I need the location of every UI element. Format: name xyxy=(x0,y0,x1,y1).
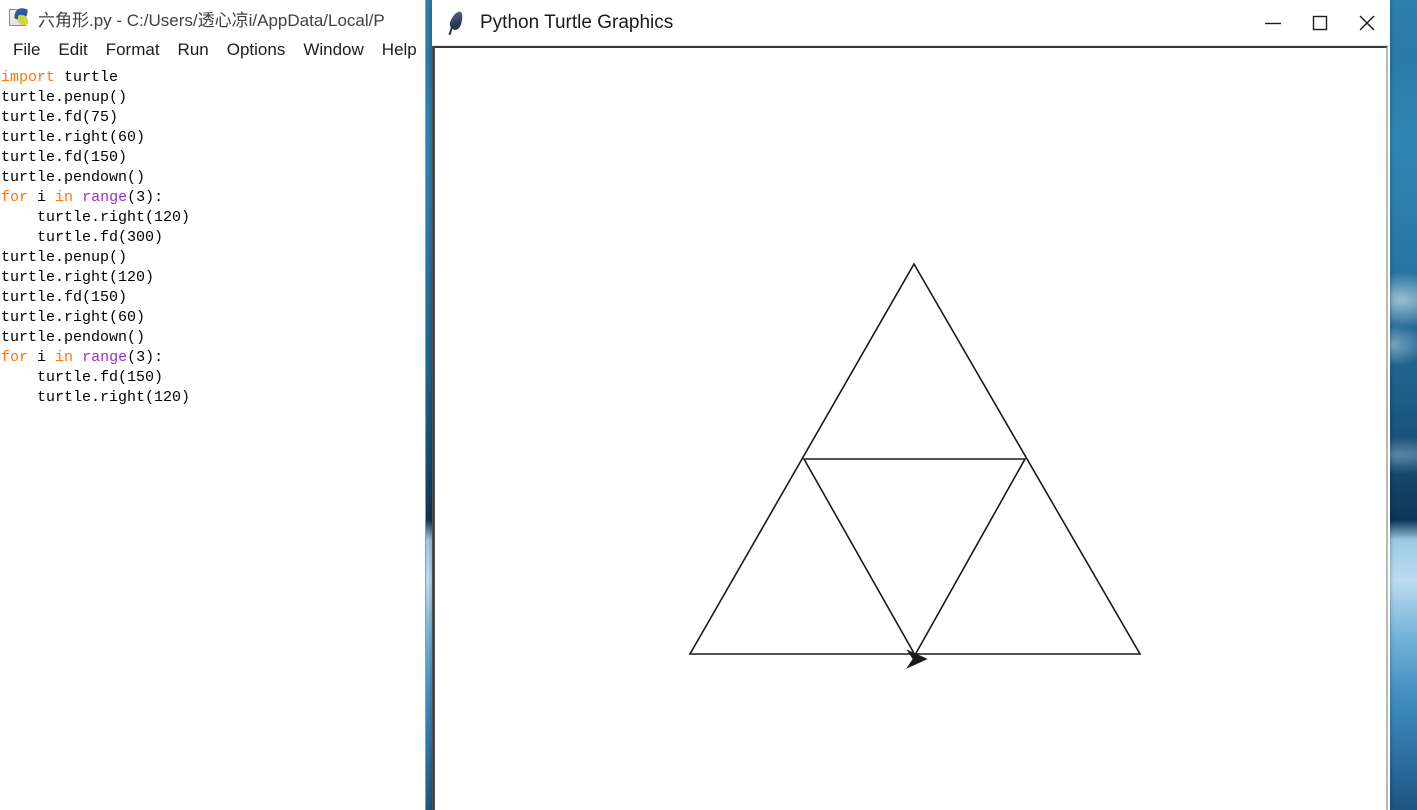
menu-run[interactable]: Run xyxy=(169,38,218,62)
code-token: (3): xyxy=(127,189,164,206)
code-line: turtle.pendown() xyxy=(1,168,424,188)
menu-help[interactable]: Help xyxy=(373,38,425,62)
turtle-window-title: Python Turtle Graphics xyxy=(480,11,674,33)
code-token: turtle.pendown() xyxy=(1,329,146,346)
code-token: i xyxy=(28,189,56,206)
turtle-canvas-frame xyxy=(432,46,1388,810)
code-line: turtle.fd(150) xyxy=(1,368,424,388)
menu-format[interactable]: Format xyxy=(97,38,169,62)
code-token: in xyxy=(55,349,74,366)
code-line: for i in range(3): xyxy=(1,348,424,368)
code-token: for xyxy=(1,189,29,206)
code-token: turtle.penup() xyxy=(1,249,128,266)
code-line: turtle.right(120) xyxy=(1,208,424,228)
code-token: turtle.fd(150) xyxy=(1,289,128,306)
code-token: turtle.right(120) xyxy=(1,389,191,406)
code-token: turtle.fd(150) xyxy=(1,369,164,386)
code-token: range xyxy=(82,189,128,206)
python-feather-icon xyxy=(444,9,470,37)
turtle-titlebar[interactable]: Python Turtle Graphics xyxy=(432,0,1390,46)
inner-triangle-path xyxy=(802,458,1027,657)
minimize-icon[interactable] xyxy=(1249,0,1296,46)
code-line: turtle.fd(150) xyxy=(1,148,424,168)
code-token: turtle.right(60) xyxy=(1,129,146,146)
code-token: turtle.right(60) xyxy=(1,309,146,326)
turtle-drawing-canvas[interactable] xyxy=(435,48,1386,810)
idle-titlebar[interactable]: 六角形.py - C:/Users/透心凉i/AppData/Local/P xyxy=(0,0,425,36)
idle-menubar[interactable]: File Edit Format Run Options Window Help xyxy=(0,36,425,64)
window-controls[interactable] xyxy=(1249,0,1390,46)
code-token: turtle xyxy=(55,69,119,86)
code-token: (3): xyxy=(127,349,164,366)
code-token: turtle.fd(150) xyxy=(1,149,128,166)
code-token: for xyxy=(1,349,29,366)
menu-options[interactable]: Options xyxy=(218,38,295,62)
code-token: turtle.right(120) xyxy=(1,209,191,226)
code-token: range xyxy=(82,349,128,366)
python-idle-icon xyxy=(8,6,30,29)
close-icon[interactable] xyxy=(1343,0,1390,46)
code-line: turtle.fd(150) xyxy=(1,288,424,308)
code-line: turtle.fd(300) xyxy=(1,228,424,248)
code-token: turtle.fd(75) xyxy=(1,109,119,126)
code-line: turtle.right(120) xyxy=(1,268,424,288)
code-token: turtle.right(120) xyxy=(1,269,155,286)
code-line: turtle.penup() xyxy=(1,248,424,268)
code-token: import xyxy=(1,69,56,86)
code-line: turtle.right(60) xyxy=(1,308,424,328)
maximize-icon[interactable] xyxy=(1296,0,1343,46)
code-line: import turtle xyxy=(1,68,424,88)
code-token: turtle.pendown() xyxy=(1,169,146,186)
code-line: turtle.right(60) xyxy=(1,128,424,148)
code-token: i xyxy=(28,349,56,366)
code-token: in xyxy=(55,189,74,206)
code-line: turtle.penup() xyxy=(1,88,424,108)
menu-file[interactable]: File xyxy=(4,38,49,62)
code-line: turtle.fd(75) xyxy=(1,108,424,128)
idle-editor-window[interactable]: 六角形.py - C:/Users/透心凉i/AppData/Local/P F… xyxy=(0,0,426,810)
code-token: turtle.fd(300) xyxy=(1,229,164,246)
code-line: for i in range(3): xyxy=(1,188,424,208)
menu-edit[interactable]: Edit xyxy=(49,38,96,62)
code-line: turtle.right(120) xyxy=(1,388,424,408)
code-line: turtle.pendown() xyxy=(1,328,424,348)
turtle-graphics-window[interactable]: Python Turtle Graphics xyxy=(432,0,1390,810)
idle-window-title: 六角形.py - C:/Users/透心凉i/AppData/Local/P xyxy=(38,10,385,30)
turtle-drawing xyxy=(688,262,1142,669)
code-token: turtle.penup() xyxy=(1,89,128,106)
code-editor-text-area[interactable]: import turtle turtle.penup() turtle.fd(75)… xyxy=(0,68,424,810)
menu-window[interactable]: Window xyxy=(294,38,372,62)
